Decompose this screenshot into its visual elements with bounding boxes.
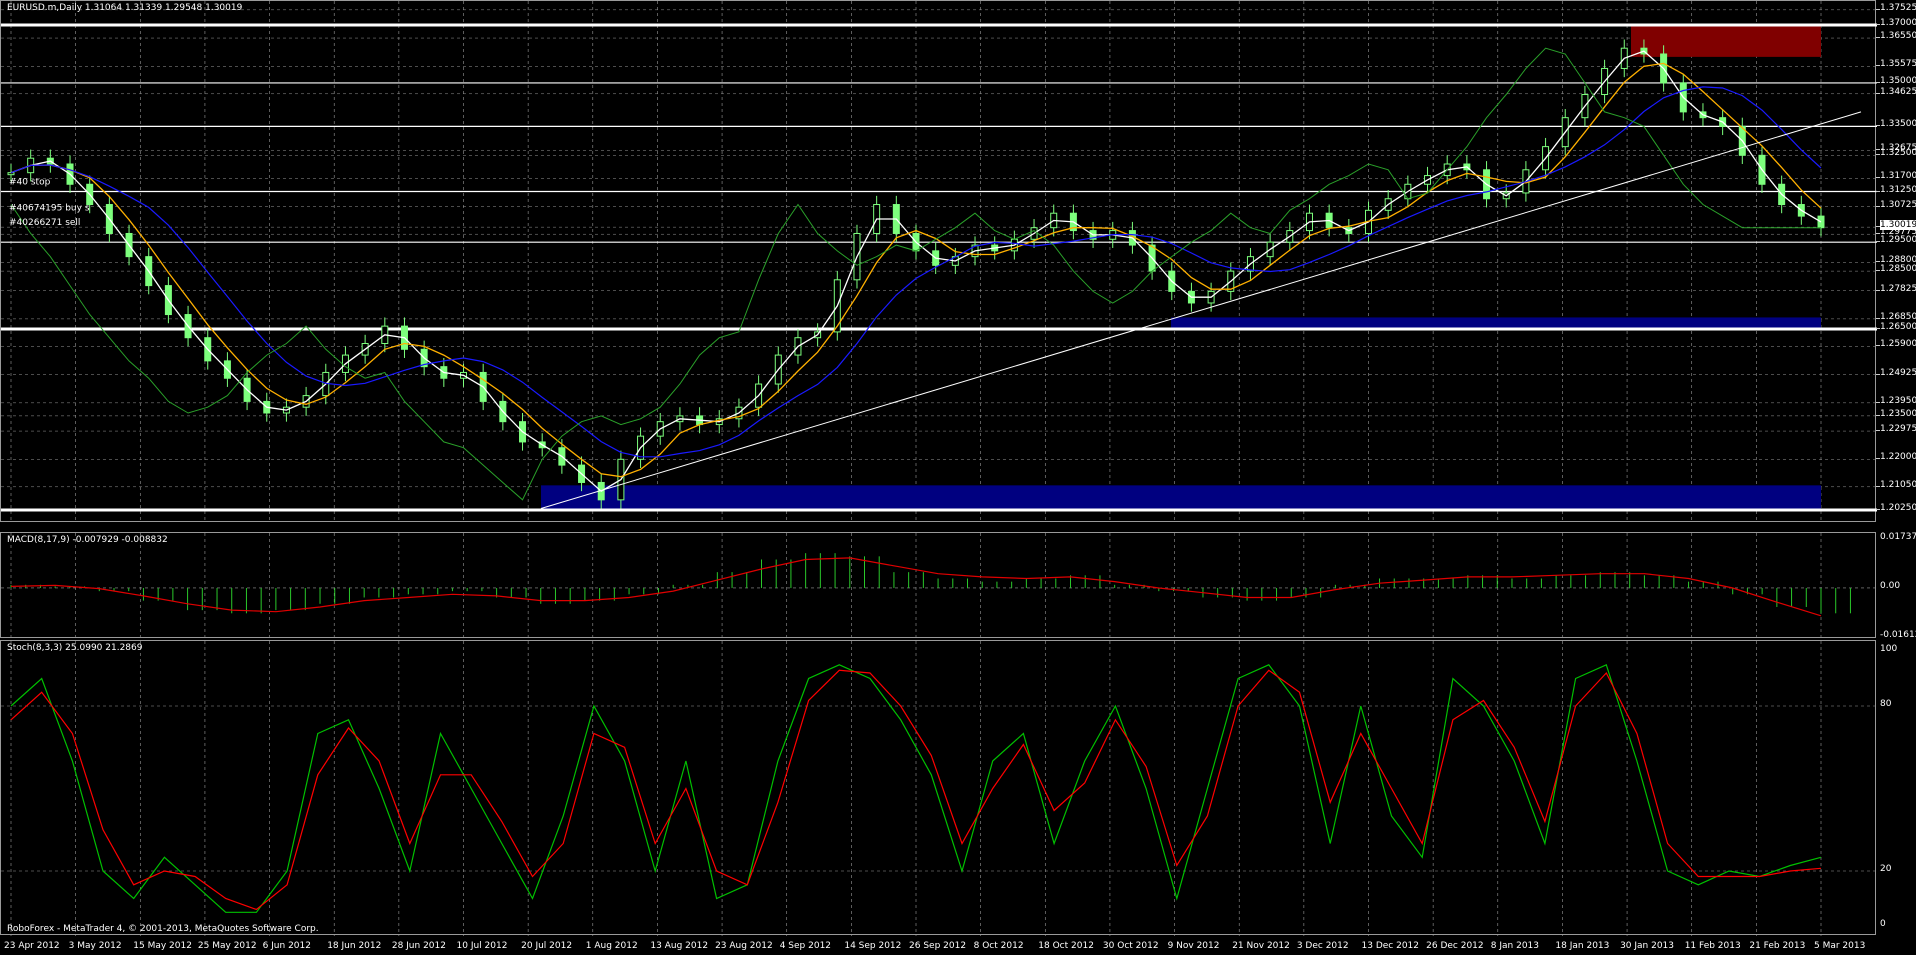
price-tick-label: 1.22975 <box>1880 424 1916 435</box>
candle-body <box>1817 215 1825 229</box>
price-tick-label: 1.37000 <box>1880 18 1916 29</box>
price-tick-label: 1.30725 <box>1880 199 1916 210</box>
price-tick-label: 1.23950 <box>1880 395 1916 406</box>
date-label: 6 Jun 2012 <box>262 941 311 951</box>
date-label: 9 Nov 2012 <box>1167 941 1220 951</box>
date-label: 5 Mar 2013 <box>1814 941 1866 951</box>
date-label: 23 Aug 2012 <box>715 941 773 951</box>
price-header: EURUSD.m,Daily 1.31064 1.31339 1.29548 1… <box>7 3 243 13</box>
price-tick-label: 1.24925 <box>1880 367 1916 378</box>
date-label: 25 May 2012 <box>197 941 257 951</box>
price-tick-label: 1.28500 <box>1880 264 1916 275</box>
price-axis: 1.37525 1.37000 1.36550 1.35575 1.35000 1.346… <box>1876 0 1916 522</box>
zone-rect <box>1631 25 1821 57</box>
date-label: 11 Feb 2013 <box>1684 941 1741 951</box>
ma-slow-line <box>10 62 1822 478</box>
price-tick-label: 1.32500 <box>1880 148 1916 159</box>
macd-chart <box>1 533 1877 639</box>
price-tick-label: 1.37525 <box>1880 2 1916 13</box>
date-label: 4 Sep 2012 <box>779 941 832 951</box>
date-label: 3 May 2012 <box>68 941 122 951</box>
stoch-chart <box>1 641 1877 936</box>
date-label: 28 Jun 2012 <box>391 941 446 951</box>
date-label: 18 Jun 2012 <box>327 941 382 951</box>
date-label: 13 Aug 2012 <box>650 941 709 951</box>
date-label: 3 Dec 2012 <box>1296 941 1349 951</box>
price-tick-label: 1.35575 <box>1880 59 1916 70</box>
stoch-axis: 100 80 20 0 <box>1876 640 1916 935</box>
date-label: 21 Nov 2012 <box>1232 941 1290 951</box>
date-label: 14 Sep 2012 <box>844 941 902 951</box>
price-tick-label: 1.27825 <box>1880 283 1916 294</box>
price-chart: #40674195 buy s #40266271 sell #40 stop <box>1 1 1877 523</box>
candle-body <box>7 172 15 176</box>
trend-line <box>540 111 1862 510</box>
stoch-tick-label: 20 <box>1880 864 1892 874</box>
macd-tick-label: 0.017372 <box>1880 532 1916 542</box>
macd-panel[interactable]: MACD(8,17,9) -0.007929 -0.008832 <box>0 532 1877 639</box>
price-tick-label: 1.26850 <box>1880 311 1916 322</box>
date-label: 8 Oct 2012 <box>973 941 1024 951</box>
stoch-tick-label: 80 <box>1880 699 1892 709</box>
price-tick-label: 1.29500 <box>1880 235 1916 246</box>
stoch-panel[interactable]: Stoch(8,3,3) 25.0990 21.2869 RoboForex -… <box>0 640 1877 936</box>
price-tick-label: 1.26500 <box>1880 322 1916 333</box>
date-label: 30 Oct 2012 <box>1102 941 1159 951</box>
date-label: 18 Jan 2013 <box>1555 941 1610 951</box>
date-label: 23 Apr 2012 <box>4 941 60 951</box>
price-tick-label: 1.31250 <box>1880 184 1916 195</box>
date-label: 26 Sep 2012 <box>909 941 967 951</box>
macd-axis: 0.017372 0.00 -0.016127 <box>1876 532 1916 640</box>
price-tick-label: 1.31700 <box>1880 171 1916 182</box>
footer-copyright: RoboForex - MetaTrader 4, © 2001-2013, M… <box>7 924 319 934</box>
stoch-tick-label: 0 <box>1880 919 1886 929</box>
price-tick-label: 1.34625 <box>1880 86 1916 97</box>
order-label: #40 stop <box>9 177 51 187</box>
price-tick-label: 1.36550 <box>1880 31 1916 42</box>
price-tick-label: 1.21050 <box>1880 479 1916 490</box>
date-label: 26 Dec 2012 <box>1426 941 1484 951</box>
date-label: 1 Aug 2012 <box>585 941 638 951</box>
date-label: 15 May 2012 <box>133 941 192 951</box>
date-label: 10 Jul 2012 <box>456 941 508 951</box>
macd-tick-label: 0.00 <box>1880 580 1901 591</box>
zone-rect <box>1171 317 1821 330</box>
stoch-header: Stoch(8,3,3) 25.0990 21.2869 <box>7 643 143 653</box>
price-tick-label: 1.35000 <box>1880 75 1916 86</box>
date-label: 8 Jan 2013 <box>1490 941 1540 951</box>
price-tick-label: 1.25900 <box>1880 339 1916 350</box>
order-label: #40266271 sell <box>9 218 80 228</box>
price-tick-label: 1.20250 <box>1880 502 1916 513</box>
zone-rect <box>541 485 1821 509</box>
price-tick-label: 1.22000 <box>1880 452 1916 463</box>
stoch-tick-label: 100 <box>1880 644 1898 654</box>
price-panel[interactable]: #40674195 buy s #40266271 sell #40 stop EU… <box>0 0 1877 523</box>
order-label: #40674195 buy s <box>9 203 90 213</box>
date-axis: 23 Apr 2012 3 May 2012 15 May 2012 25 May 2… <box>0 935 1876 955</box>
macd-tick-label: -0.016127 <box>1880 630 1916 640</box>
date-label: 30 Jan 2013 <box>1620 941 1675 951</box>
price-tick-label: 1.33500 <box>1880 119 1916 130</box>
date-label: 18 Oct 2012 <box>1038 941 1094 951</box>
date-label: 20 Jul 2012 <box>521 941 573 951</box>
date-label: 13 Dec 2012 <box>1361 941 1420 951</box>
macd-header: MACD(8,17,9) -0.007929 -0.008832 <box>7 535 168 545</box>
price-tick-label: 1.23500 <box>1880 408 1916 419</box>
date-label: 21 Feb 2013 <box>1749 941 1806 951</box>
